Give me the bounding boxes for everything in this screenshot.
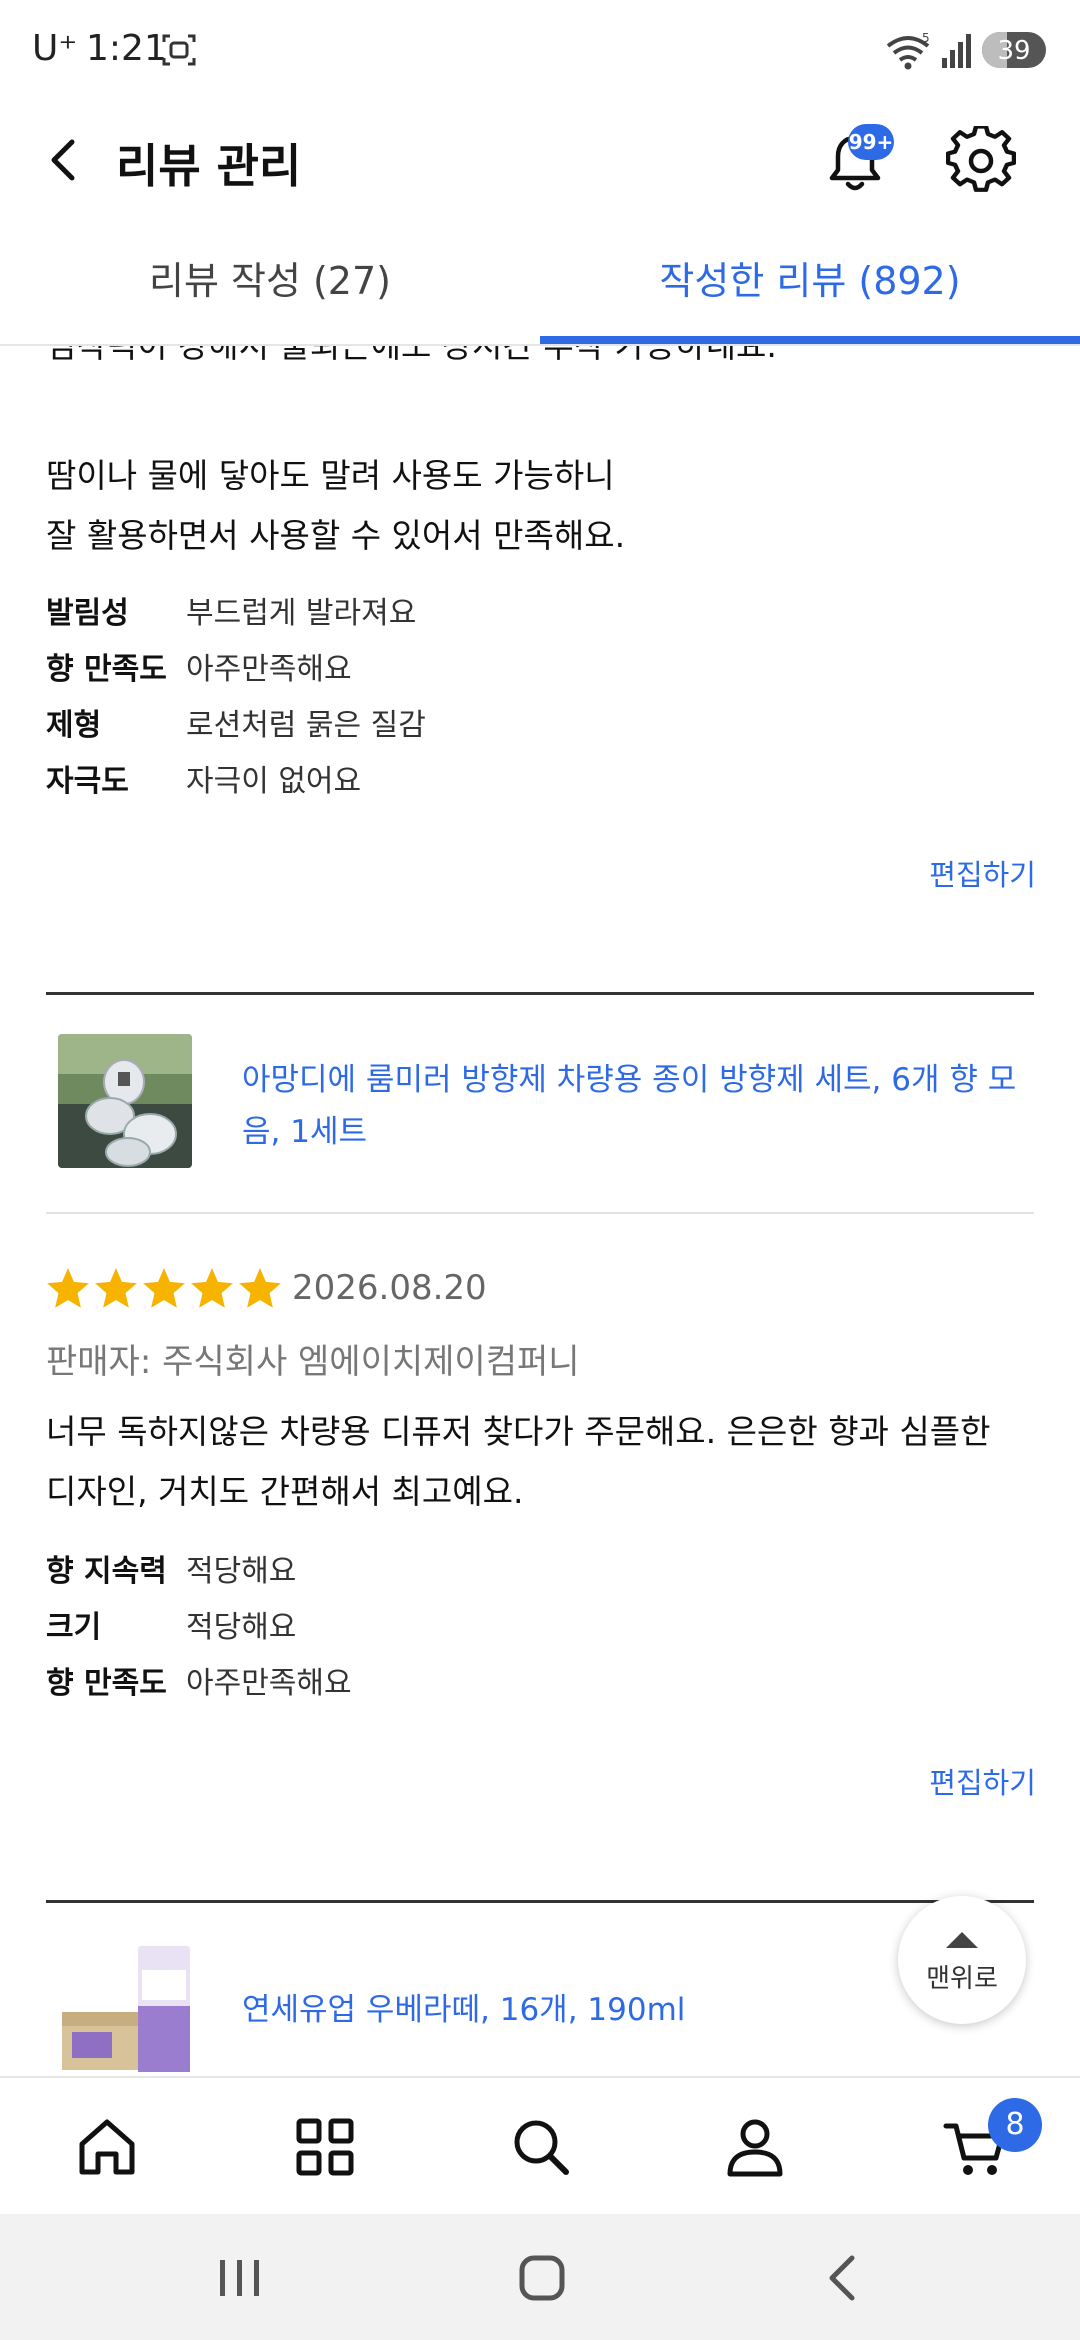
product-thumbnail[interactable] — [58, 1942, 196, 2076]
star-icon — [239, 1268, 281, 1308]
air-freshener-image — [58, 1034, 192, 1168]
attribute-value: 적당해요 — [186, 1610, 297, 1645]
search-icon[interactable] — [506, 2112, 576, 2182]
home-icon[interactable] — [72, 2112, 142, 2182]
review-text-line: 잘 활용하면서 사용할 수 있어서 만족해요. — [46, 516, 626, 555]
battery-level: 39 — [997, 36, 1031, 66]
product-divider — [46, 1212, 1034, 1214]
seller-name: 판매자: 주식회사 엠에이치제이컴퍼니 — [46, 1342, 580, 1382]
recent-apps-icon[interactable] — [210, 2250, 270, 2306]
system-navigation-bar — [0, 2214, 1080, 2340]
wifi-icon: 5 — [886, 31, 930, 70]
attribute-value: 아주만족해요 — [186, 1666, 352, 1701]
battery-indicator: 39 — [982, 32, 1046, 68]
signal-icon — [942, 34, 971, 68]
product-name-link[interactable]: 아망디에 룸미러 방향제 차량용 종이 방향제 세트, 6개 향 모음, 1세트 — [242, 1054, 1042, 1158]
carrier-label: U⁺ — [32, 28, 78, 69]
star-icon — [191, 1268, 233, 1308]
star-icon — [47, 1268, 89, 1308]
system-back-icon[interactable] — [814, 2250, 874, 2306]
screenshot-icon — [162, 34, 196, 66]
notification-badge: 99+ — [848, 124, 894, 160]
attribute-value: 아주만족해요 — [186, 652, 352, 687]
milk-carton-image — [58, 1942, 196, 2076]
attribute-key: 향 만족도 — [46, 652, 167, 687]
review-list[interactable]: 심착력이 강해서 출퇴근에도 장시간 부착 가능하네요. 땀이나 물에 닿아도 … — [0, 346, 1080, 2076]
review-text-line: 심착력이 강해서 출퇴근에도 장시간 부착 가능하네요. — [46, 346, 777, 376]
attribute-key: 발림성 — [46, 596, 129, 631]
caret-up-icon — [946, 1932, 978, 1948]
tab-written-reviews[interactable]: 작성한 리뷰 (892) — [540, 236, 1080, 346]
attribute-value: 로션처럼 묽은 질감 — [186, 708, 426, 743]
star-icon — [95, 1268, 137, 1308]
scroll-to-top-label: 맨위로 — [926, 1964, 998, 1994]
review-divider — [46, 992, 1034, 995]
active-tab-indicator — [540, 336, 1080, 344]
review-text-line: 디자인, 거치도 간편해서 최고예요. — [46, 1472, 524, 1511]
attribute-key: 자극도 — [46, 764, 129, 799]
account-icon[interactable] — [720, 2112, 790, 2182]
home-button-icon[interactable] — [512, 2250, 572, 2306]
attribute-key: 향 지속력 — [46, 1554, 167, 1589]
attribute-key: 향 만족도 — [46, 1666, 167, 1701]
attribute-value: 적당해요 — [186, 1554, 297, 1589]
bottom-navigation — [0, 2076, 1080, 2214]
cart-count-badge: 8 — [988, 2098, 1042, 2152]
review-text-line: 너무 독하지않은 차량용 디퓨저 찾다가 주문해요. 은은한 향과 심플한 — [46, 1412, 991, 1451]
review-date: 2026.08.20 — [292, 1268, 487, 1308]
app-header: 리뷰 관리 99+ — [0, 100, 1080, 220]
review-tabs: 리뷰 작성 (27) 작성한 리뷰 (892) — [0, 236, 1080, 346]
edit-review-button[interactable]: 편집하기 — [929, 852, 1036, 894]
attribute-key: 크기 — [46, 1610, 102, 1645]
page-title: 리뷰 관리 — [116, 139, 302, 193]
product-thumbnail[interactable] — [58, 1034, 192, 1168]
svg-text:5: 5 — [922, 31, 930, 45]
star-icon — [143, 1268, 185, 1308]
tab-write-review[interactable]: 리뷰 작성 (27) — [0, 236, 540, 346]
back-button[interactable] — [36, 130, 96, 190]
scroll-to-top-button[interactable]: 맨위로 — [898, 1896, 1026, 2024]
settings-gear-icon[interactable] — [946, 126, 1016, 196]
status-time: 1:21 — [86, 28, 167, 69]
review-divider — [46, 1900, 1034, 1903]
review-text-line: 땀이나 물에 닿아도 말려 사용도 가능하니 — [46, 456, 615, 495]
attribute-key: 제형 — [46, 708, 102, 743]
edit-review-button[interactable]: 편집하기 — [929, 1760, 1036, 1802]
category-icon[interactable] — [290, 2112, 360, 2182]
attribute-value: 자극이 없어요 — [186, 764, 362, 799]
status-bar: U⁺ 1:21 5 39 — [0, 0, 1080, 100]
attribute-value: 부드럽게 발라져요 — [186, 596, 417, 631]
star-rating — [47, 1268, 281, 1308]
